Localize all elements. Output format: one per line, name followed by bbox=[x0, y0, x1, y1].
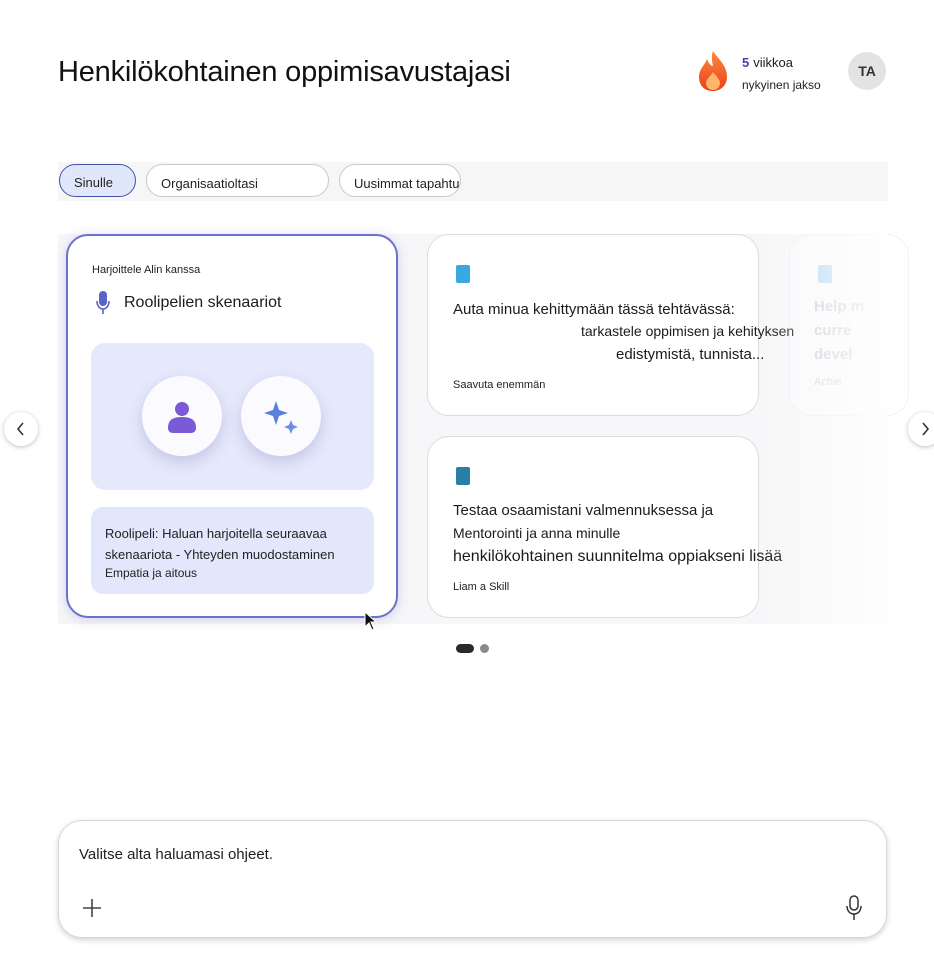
plus-icon[interactable] bbox=[81, 897, 103, 919]
ai-bubble bbox=[241, 376, 321, 456]
composer-placeholder[interactable]: Valitse alta haluamasi ohjeet. bbox=[79, 846, 273, 863]
tab-uusimmat-tapahtumat[interactable]: Uusimmat tapahtumat bbox=[339, 164, 461, 197]
card-footer: Liam a Skill bbox=[453, 581, 510, 593]
page-title: Henkilökohtainen oppimisavustajasi bbox=[58, 56, 511, 88]
sparkle-icon bbox=[264, 401, 298, 434]
streak-indicator: 5 viikkoa nykyinen jakso bbox=[696, 50, 826, 94]
roleplay-illustration bbox=[91, 343, 374, 490]
mouse-cursor-icon bbox=[364, 611, 378, 631]
streak-count: 5 bbox=[742, 55, 750, 70]
microphone-icon bbox=[96, 291, 110, 314]
card-text: Help m bbox=[814, 298, 865, 315]
card-footer: Saavuta enemmän bbox=[453, 379, 546, 391]
tab-organisaatioltasi[interactable]: Organisaatioltasi bbox=[146, 164, 329, 197]
prompt-text: Roolipeli: Haluan harjoitella seuraavaa … bbox=[105, 526, 335, 562]
card-text: henkilökohtainen suunnitelma oppiakseni … bbox=[453, 548, 783, 565]
page-dot-active[interactable] bbox=[456, 644, 474, 653]
book-icon bbox=[456, 467, 470, 485]
carousel-next-button[interactable] bbox=[908, 412, 934, 446]
prompt-subtext: Empatia ja aitous bbox=[105, 566, 198, 580]
chevron-right-icon bbox=[922, 422, 930, 436]
person-icon bbox=[168, 402, 196, 433]
card-text: Testaa osaamistani valmennuksessa ja bbox=[453, 502, 714, 519]
card-footer: Achie bbox=[814, 376, 842, 388]
card-text: Mentorointi ja anna minulle bbox=[453, 525, 621, 541]
avatar[interactable]: TA bbox=[848, 52, 886, 90]
person-bubble bbox=[142, 376, 222, 456]
streak-unit: viikkoa bbox=[753, 55, 793, 70]
roleplay-card[interactable]: Harjoittele Alin kanssa Roolipelien sken… bbox=[66, 234, 398, 618]
microphone-icon[interactable] bbox=[845, 895, 863, 921]
card-text: devel bbox=[814, 346, 853, 363]
page-dot[interactable] bbox=[480, 644, 489, 653]
tab-bar: Sinulle Organisaatioltasi Uusimmat tapah… bbox=[58, 162, 888, 201]
tab-sinulle[interactable]: Sinulle bbox=[59, 164, 136, 197]
chevron-left-icon bbox=[16, 422, 24, 436]
roleplay-prompt[interactable]: Roolipeli: Haluan harjoitella seuraavaa … bbox=[91, 507, 374, 594]
clipboard-icon bbox=[456, 265, 470, 283]
suggestion-card-mentoring[interactable]: Testaa osaamistani valmennuksessa ja Men… bbox=[427, 436, 782, 618]
card-text: Auta minua kehittymään tässä tehtävässä: bbox=[453, 301, 735, 318]
carousel-pagination bbox=[456, 644, 496, 653]
card-text: curre bbox=[814, 322, 852, 339]
clipboard-icon bbox=[818, 265, 832, 283]
card-text: tarkastele oppimisen ja kehityksen bbox=[581, 323, 795, 339]
suggestion-card-partial[interactable]: Help m curre devel Achie bbox=[789, 234, 909, 416]
suggestion-card-progress[interactable]: Auta minua kehittymään tässä tehtävässä:… bbox=[427, 234, 794, 416]
flame-icon bbox=[699, 51, 727, 91]
streak-label: nykyinen jakso bbox=[742, 78, 821, 92]
carousel-prev-button[interactable] bbox=[4, 412, 38, 446]
card-text: edistymistä, tunnista... bbox=[616, 346, 765, 363]
card-heading: Roolipelien skenaariot bbox=[124, 294, 282, 311]
prompt-composer[interactable]: Valitse alta haluamasi ohjeet. bbox=[58, 820, 887, 938]
card-eyebrow: Harjoittele Alin kanssa bbox=[92, 264, 201, 276]
